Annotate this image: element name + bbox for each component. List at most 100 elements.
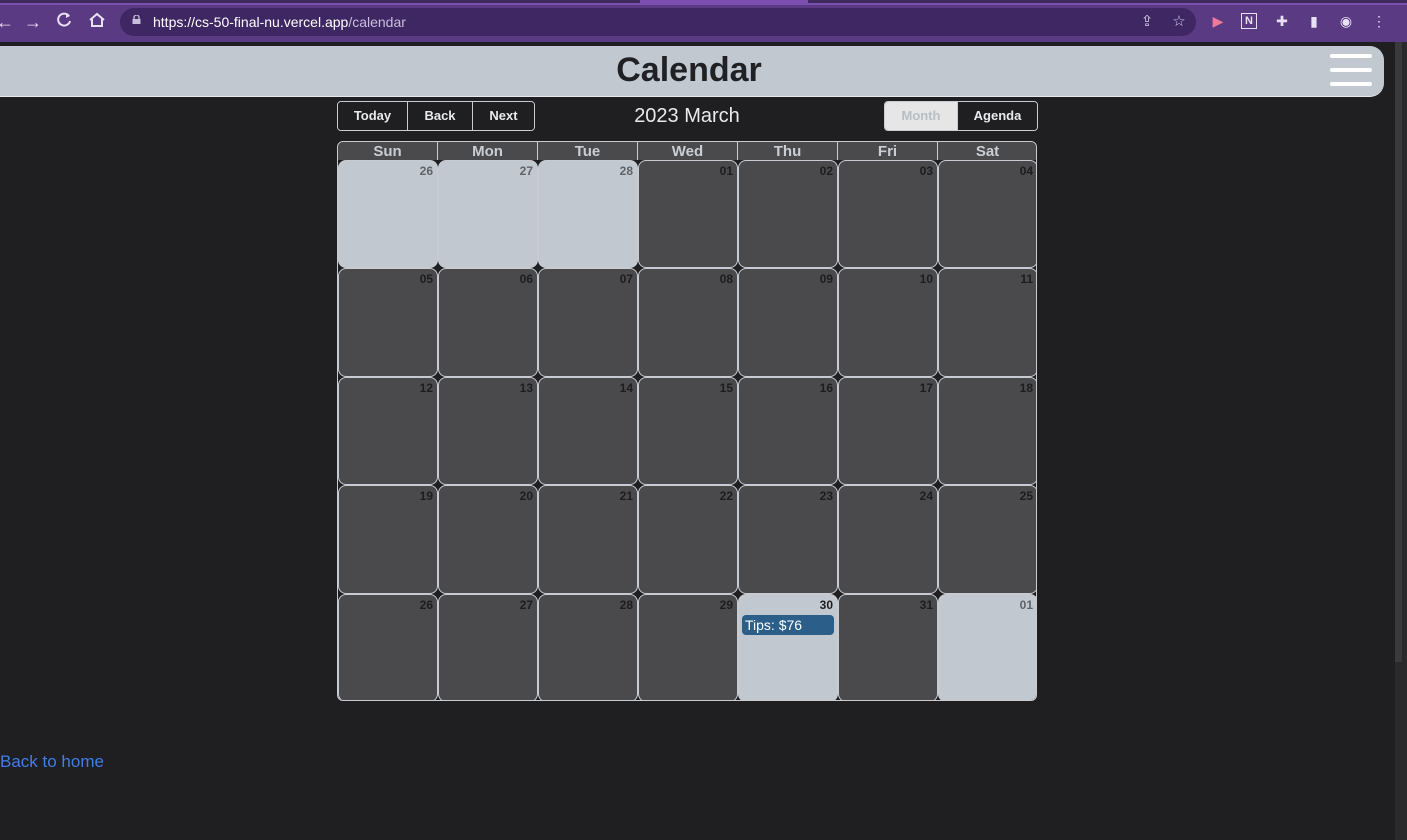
day-cell[interactable]: 15 xyxy=(638,376,738,486)
day-number[interactable]: 17 xyxy=(920,381,933,395)
day-cell[interactable]: 26 xyxy=(338,593,438,700)
day-cell[interactable]: 12 xyxy=(338,376,438,486)
back-arrow-icon[interactable]: ← xyxy=(0,11,16,33)
month-grid: Sun Mon Tue Wed Thu Fri Sat 26 27 28 01 02 03 04 05 06 0… xyxy=(337,141,1037,701)
day-cell[interactable]: 17 xyxy=(838,376,938,486)
tab[interactable] xyxy=(808,0,1407,3)
day-cell[interactable]: 22 xyxy=(638,485,738,594)
agenda-view-button[interactable]: Agenda xyxy=(958,102,1037,130)
day-number[interactable]: 26 xyxy=(420,164,433,178)
day-number[interactable]: 08 xyxy=(720,272,733,286)
day-number[interactable]: 31 xyxy=(920,598,933,612)
day-cell[interactable]: 23 xyxy=(738,485,838,594)
day-cell[interactable]: 30 Tips: $76 xyxy=(738,593,838,700)
day-cell[interactable]: 08 xyxy=(638,268,738,377)
day-cell[interactable]: 13 xyxy=(438,376,538,486)
day-cell[interactable]: 16 xyxy=(738,376,838,486)
day-cell[interactable]: 07 xyxy=(538,268,638,377)
day-number[interactable]: 15 xyxy=(720,381,733,395)
day-number[interactable]: 25 xyxy=(1020,489,1033,503)
day-number[interactable]: 13 xyxy=(520,381,533,395)
day-number[interactable]: 07 xyxy=(620,272,633,286)
day-number[interactable]: 20 xyxy=(520,489,533,503)
profile-icon[interactable]: ◉ xyxy=(1337,12,1355,30)
forward-arrow-icon[interactable]: → xyxy=(22,11,44,33)
day-number[interactable]: 01 xyxy=(1020,598,1033,612)
day-cell[interactable]: 14 xyxy=(538,376,638,486)
back-button[interactable]: Back xyxy=(408,102,473,130)
tab[interactable] xyxy=(0,0,640,3)
day-cell[interactable]: 28 xyxy=(538,160,638,269)
calendar-event[interactable]: Tips: $76 xyxy=(742,614,834,635)
sidepanel-icon[interactable]: ▮ xyxy=(1305,12,1323,30)
day-cell[interactable]: 20 xyxy=(438,485,538,594)
day-cell[interactable]: 19 xyxy=(338,485,438,594)
day-cell[interactable]: 02 xyxy=(738,160,838,269)
star-icon[interactable]: ☆ xyxy=(1170,13,1188,31)
day-number[interactable]: 28 xyxy=(620,164,633,178)
day-number[interactable]: 04 xyxy=(1020,164,1033,178)
day-cell[interactable]: 21 xyxy=(538,485,638,594)
day-cell[interactable]: 09 xyxy=(738,268,838,377)
weekday-header: Wed xyxy=(638,142,738,160)
day-cell[interactable]: 18 xyxy=(938,376,1036,486)
day-number[interactable]: 27 xyxy=(520,598,533,612)
day-number[interactable]: 26 xyxy=(420,598,433,612)
day-cell[interactable]: 25 xyxy=(938,485,1036,594)
day-number[interactable]: 05 xyxy=(420,272,433,286)
url-path: /calendar xyxy=(348,14,406,30)
day-number[interactable]: 14 xyxy=(620,381,633,395)
day-number[interactable]: 29 xyxy=(720,598,733,612)
day-cell[interactable]: 10 xyxy=(838,268,938,377)
next-button[interactable]: Next xyxy=(473,102,534,130)
today-button[interactable]: Today xyxy=(338,102,408,130)
day-number[interactable]: 02 xyxy=(820,164,833,178)
day-number[interactable]: 28 xyxy=(620,598,633,612)
day-number[interactable]: 10 xyxy=(920,272,933,286)
day-number[interactable]: 11 xyxy=(1020,272,1033,286)
day-cell[interactable]: 04 xyxy=(938,160,1036,269)
lock-icon xyxy=(132,15,141,24)
day-cell[interactable]: 26 xyxy=(338,160,438,269)
day-cell[interactable]: 03 xyxy=(838,160,938,269)
day-number[interactable]: 27 xyxy=(520,164,533,178)
scrollbar-thumb[interactable] xyxy=(1395,42,1402,662)
day-number[interactable]: 23 xyxy=(820,489,833,503)
notion-icon[interactable]: N xyxy=(1241,13,1257,29)
share-icon[interactable]: ⇪ xyxy=(1138,13,1156,31)
day-cell[interactable]: 01 xyxy=(638,160,738,269)
day-cell[interactable]: 27 xyxy=(438,160,538,269)
day-cell[interactable]: 06 xyxy=(438,268,538,377)
extension-icon[interactable]: ▶ xyxy=(1209,12,1227,30)
reload-icon[interactable] xyxy=(53,11,75,33)
hamburger-menu-icon[interactable] xyxy=(1330,54,1372,88)
day-number[interactable]: 01 xyxy=(720,164,733,178)
day-number[interactable]: 12 xyxy=(420,381,433,395)
day-cell[interactable]: 29 xyxy=(638,593,738,700)
day-number[interactable]: 21 xyxy=(620,489,633,503)
weekday-header: Tue xyxy=(538,142,638,160)
day-number[interactable]: 06 xyxy=(520,272,533,286)
day-cell[interactable]: 05 xyxy=(338,268,438,377)
weekday-header: Fri xyxy=(838,142,938,160)
day-number[interactable]: 24 xyxy=(920,489,933,503)
day-cell[interactable]: 24 xyxy=(838,485,938,594)
day-number[interactable]: 19 xyxy=(420,489,433,503)
home-icon[interactable] xyxy=(86,11,108,33)
day-number[interactable]: 30 xyxy=(820,598,833,612)
back-to-home-link[interactable]: Back to home xyxy=(0,752,104,772)
menu-dots-icon[interactable]: ⋮ xyxy=(1370,12,1388,30)
day-number[interactable]: 22 xyxy=(720,489,733,503)
day-cell[interactable]: 28 xyxy=(538,593,638,700)
day-number[interactable]: 09 xyxy=(820,272,833,286)
day-cell[interactable]: 27 xyxy=(438,593,538,700)
month-view-button[interactable]: Month xyxy=(885,102,958,130)
day-cell[interactable]: 11 xyxy=(938,268,1036,377)
day-number[interactable]: 18 xyxy=(1020,381,1033,395)
day-cell[interactable]: 01 xyxy=(938,593,1036,700)
puzzle-icon[interactable]: ✚ xyxy=(1273,12,1291,30)
day-number[interactable]: 03 xyxy=(920,164,933,178)
address-bar[interactable]: https://cs-50-final-nu.vercel.app/calend… xyxy=(120,8,1196,36)
day-number[interactable]: 16 xyxy=(820,381,833,395)
day-cell[interactable]: 31 xyxy=(838,593,938,700)
